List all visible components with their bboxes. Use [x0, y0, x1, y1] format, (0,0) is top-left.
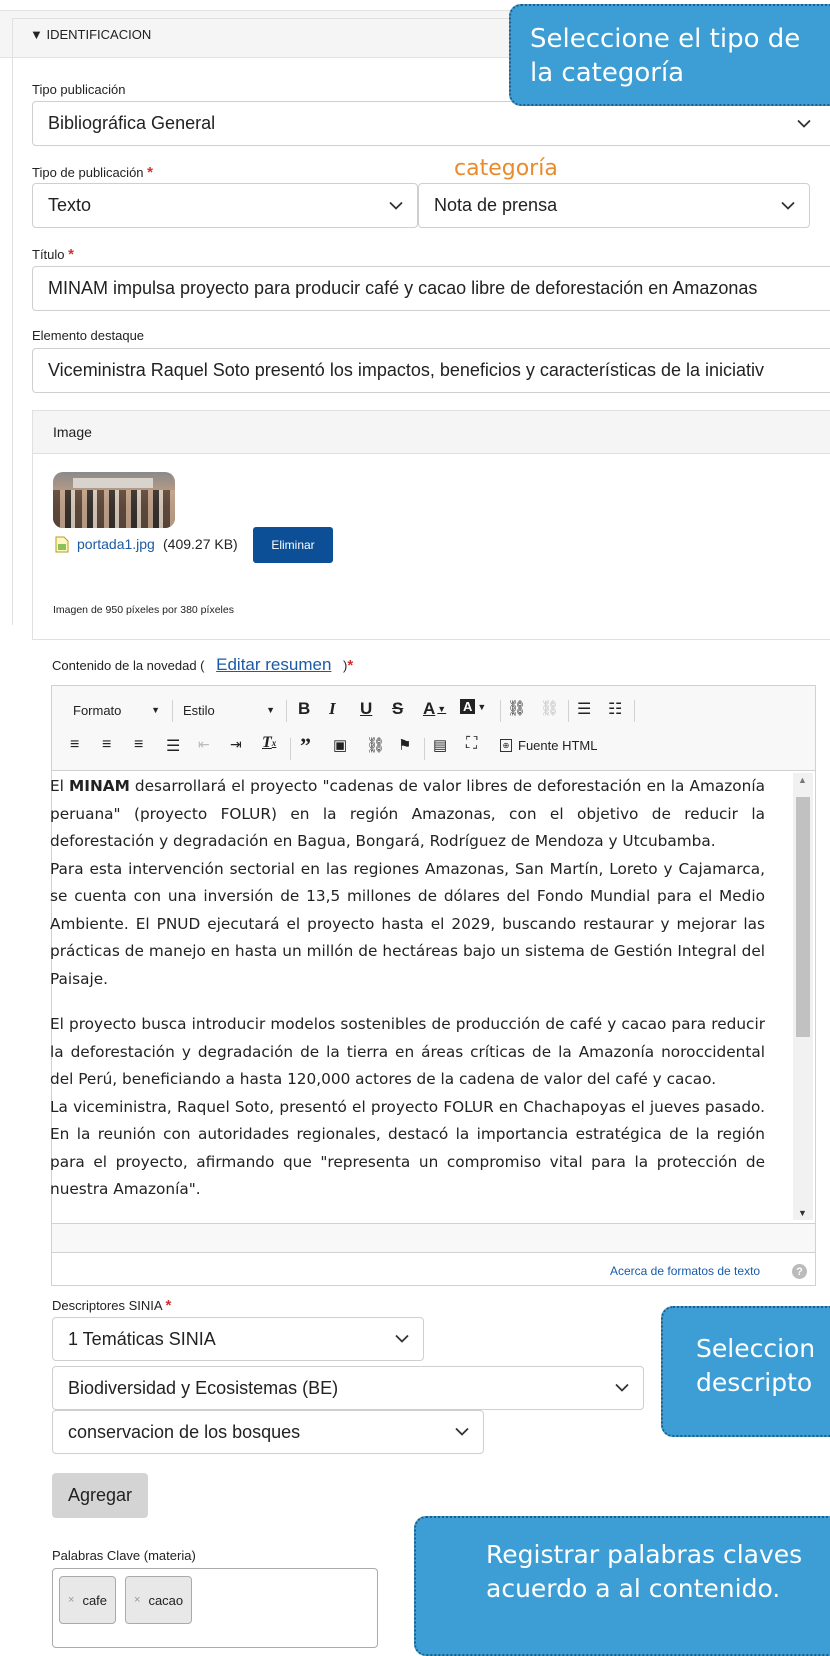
maximize-icon[interactable]: ⛶ — [466, 735, 477, 753]
image-size-hint: Imagen de 950 píxeles por 380 píxeles — [53, 604, 234, 616]
callout-descriptors: Seleccion descripto — [661, 1306, 830, 1437]
link-icon[interactable]: ⛓ — [507, 699, 526, 717]
chevron-down-icon — [615, 1383, 629, 1393]
editor-scrollbar[interactable]: ▲ ▼ — [793, 773, 813, 1220]
categoria-select[interactable]: Nota de prensa — [418, 183, 810, 228]
descriptor-level3-select[interactable]: conservacion de los bosques — [52, 1410, 484, 1454]
dropdown-arrow-icon: ▼ — [266, 705, 275, 715]
editor-paragraph: La viceministra, Raquel Soto, presentó e… — [50, 1097, 765, 1199]
chevron-down-icon — [395, 1334, 409, 1344]
scroll-down-arrow-icon[interactable]: ▼ — [798, 1208, 807, 1218]
panel-left-border — [12, 52, 13, 625]
background-color-icon[interactable]: A ▼ — [460, 699, 486, 714]
help-icon[interactable]: ? — [792, 1264, 807, 1279]
toolbar-divider — [286, 700, 287, 722]
toolbar-divider — [424, 738, 425, 760]
categoria-value: Nota de prensa — [434, 195, 558, 215]
keyword-tag[interactable]: × cacao — [125, 1576, 193, 1624]
thumbnail-banner — [73, 478, 153, 488]
toolbar-divider — [634, 700, 635, 722]
chevron-down-icon — [389, 201, 403, 210]
unlink-icon[interactable]: ⛓ — [540, 699, 559, 717]
tipo-de-publicacion-value: Texto — [48, 195, 92, 215]
strikethrough-icon[interactable]: S — [392, 699, 403, 719]
flag-icon[interactable]: ⚑ — [398, 736, 411, 754]
file-name-link[interactable]: portada1.jpg — [77, 536, 155, 552]
keywords-label: Palabras Clave (materia) — [52, 1548, 196, 1563]
image-icon[interactable]: ▣ — [333, 736, 347, 754]
descriptor-level1-select[interactable]: 1 Temáticas SINIA — [52, 1317, 424, 1361]
scroll-up-arrow-icon[interactable]: ▲ — [798, 775, 807, 785]
callout-category: Seleccione el tipo de la categoría — [509, 4, 830, 106]
titulo-input[interactable]: MINAM impulsa proyecto para producir caf… — [32, 266, 830, 311]
section-toggle-label[interactable]: ▼ IDENTIFICACION — [30, 27, 151, 42]
content-label: Contenido de la novedad ( Editar resumen… — [52, 655, 354, 674]
outdent-icon[interactable]: ⇤ — [198, 736, 210, 753]
image-thumbnail[interactable] — [53, 472, 175, 528]
editor-paragraph: Para esta intervención sectorial en las … — [50, 859, 765, 988]
descriptor-level2-select[interactable]: Biodiversidad y Ecosistemas (BE) — [52, 1366, 644, 1410]
justify-icon[interactable]: ☰ — [166, 736, 180, 756]
callout-keywords: Registrar palabras claves acuerdo a al c… — [414, 1516, 830, 1656]
thumbnail-people — [53, 490, 175, 528]
keyword-tag[interactable]: × cafe — [59, 1576, 117, 1624]
toolbar-divider — [172, 700, 173, 722]
editor-content[interactable]: El MINAM desarrollará el proyecto "caden… — [50, 773, 765, 1223]
tipo-publicacion-value: Bibliográfica General — [48, 113, 216, 133]
indent-icon[interactable]: ⇥ — [230, 736, 242, 753]
underline-icon[interactable]: U — [360, 699, 372, 719]
descriptors-label: Descriptores SINIA * — [52, 1297, 172, 1314]
numbered-list-icon[interactable]: ☷ — [608, 699, 622, 719]
destaque-input[interactable]: Viceministra Raquel Soto presentó los im… — [32, 348, 830, 393]
image-header-label: Image — [53, 424, 92, 440]
image-fieldset-header — [33, 411, 830, 454]
titulo-label: Título * — [32, 246, 74, 263]
categoria-hint: categoría — [454, 156, 558, 181]
add-descriptor-button[interactable]: Agregar — [52, 1473, 148, 1518]
align-right-icon[interactable]: ≡ — [134, 736, 143, 754]
chevron-down-icon — [797, 119, 811, 128]
delete-image-button[interactable]: Eliminar — [253, 527, 333, 563]
tipo-de-publicacion-select[interactable]: Texto — [32, 183, 418, 228]
italic-icon[interactable]: I — [329, 699, 336, 719]
edit-summary-link[interactable]: Editar resumen — [216, 655, 331, 674]
remove-tag-icon[interactable]: × — [68, 1594, 74, 1606]
file-icon — [55, 536, 69, 553]
destaque-label: Elemento destaque — [32, 328, 145, 343]
style-dropdown[interactable]: Estilo ▼ — [183, 698, 283, 722]
tipo-publicacion-select[interactable]: Bibliográfica General — [32, 101, 830, 146]
blockquote-icon[interactable]: ” — [300, 733, 311, 759]
tipo-publicacion-label: Tipo publicación — [32, 82, 126, 97]
text-formats-link[interactable]: Acerca de formatos de texto — [610, 1264, 760, 1278]
show-blocks-icon[interactable]: ▤ — [433, 736, 447, 754]
embed-link-icon[interactable]: ⛓ — [366, 736, 385, 754]
scroll-thumb[interactable] — [796, 797, 810, 1037]
bulleted-list-icon[interactable]: ☰ — [577, 699, 591, 719]
remove-format-icon[interactable]: Tx — [262, 734, 276, 752]
editor-paragraph: El MINAM desarrollará el proyecto "caden… — [50, 777, 765, 850]
chevron-down-icon — [455, 1427, 469, 1437]
remove-tag-icon[interactable]: × — [134, 1594, 140, 1606]
file-size: (409.27 KB) — [163, 536, 238, 552]
dropdown-arrow-icon: ▼ — [151, 705, 160, 715]
toolbar-divider — [568, 700, 569, 722]
toolbar-divider — [290, 738, 291, 760]
align-center-icon[interactable]: ≡ — [102, 736, 111, 754]
bold-icon[interactable]: B — [298, 699, 310, 719]
chevron-down-icon — [781, 201, 795, 210]
source-button[interactable]: ⊕ Fuente HTML — [500, 738, 597, 753]
text-color-icon[interactable]: A ▼ — [423, 699, 446, 719]
source-icon: ⊕ — [500, 739, 512, 752]
editor-statusbar — [52, 1223, 815, 1253]
format-dropdown[interactable]: Formato ▼ — [73, 698, 168, 722]
editor-paragraph: El proyecto busca introducir modelos sos… — [50, 1015, 765, 1088]
tipo-de-publicacion-label: Tipo de publicación * — [32, 164, 154, 181]
toolbar-divider — [500, 700, 501, 722]
align-left-icon[interactable]: ≡ — [70, 736, 79, 754]
